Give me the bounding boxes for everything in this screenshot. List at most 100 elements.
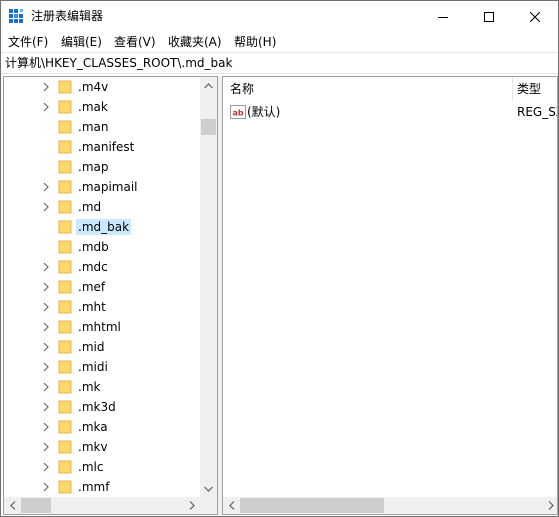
scroll-right-button[interactable] bbox=[542, 497, 557, 514]
menu-file[interactable]: 文件(F) bbox=[8, 34, 48, 50]
folder-icon bbox=[58, 300, 72, 314]
tree-item-label: .man bbox=[78, 120, 109, 134]
value-name: (默认) bbox=[247, 105, 281, 119]
folder-icon bbox=[58, 460, 72, 474]
tree-item-label: .midi bbox=[78, 360, 108, 374]
expand-chevron-icon[interactable] bbox=[42, 202, 50, 212]
scrollbar-corner bbox=[200, 497, 217, 514]
expand-chevron-icon[interactable] bbox=[42, 342, 50, 352]
tree-item[interactable]: .m4v bbox=[4, 77, 200, 97]
menu-view[interactable]: 查看(V) bbox=[114, 34, 156, 50]
tree-item[interactable]: .mk bbox=[4, 377, 200, 397]
scroll-down-button[interactable] bbox=[200, 480, 217, 497]
tree-item-label: .m4v bbox=[78, 80, 109, 94]
expand-chevron-icon[interactable] bbox=[42, 102, 50, 112]
tree-item[interactable]: .mid bbox=[4, 337, 200, 357]
address-bar[interactable]: 计算机\HKEY_CLASSES_ROOT\.md_bak bbox=[1, 52, 558, 74]
tree-item[interactable]: .mdc bbox=[4, 257, 200, 277]
minimize-button[interactable] bbox=[420, 1, 466, 32]
tree-item[interactable]: .mht bbox=[4, 297, 200, 317]
tree-item-label: .mdc bbox=[78, 260, 108, 274]
maximize-button[interactable] bbox=[466, 1, 512, 32]
folder-icon bbox=[58, 140, 72, 154]
expand-chevron-icon[interactable] bbox=[42, 262, 50, 272]
expand-chevron-icon[interactable] bbox=[42, 442, 50, 452]
expand-chevron-icon[interactable] bbox=[42, 302, 50, 312]
tree-item-label: .mka bbox=[78, 420, 108, 434]
menu-edit[interactable]: 编辑(E) bbox=[61, 34, 102, 50]
folder-icon bbox=[58, 340, 72, 354]
folder-icon bbox=[58, 80, 72, 94]
tree-vertical-scroll-thumb[interactable] bbox=[201, 119, 216, 135]
scroll-right-button[interactable] bbox=[183, 497, 200, 514]
folder-icon bbox=[58, 320, 72, 334]
expand-chevron-icon[interactable] bbox=[42, 182, 50, 192]
tree-item-label: .mid bbox=[78, 340, 105, 354]
scroll-left-button[interactable] bbox=[4, 497, 21, 514]
tree-item[interactable]: .mkv bbox=[4, 437, 200, 457]
title-bar[interactable]: 注册表编辑器 bbox=[1, 1, 558, 32]
tree-item[interactable]: .man bbox=[4, 117, 200, 137]
string-value-icon: ab bbox=[230, 105, 246, 119]
folder-icon bbox=[58, 280, 72, 294]
scroll-up-button[interactable] bbox=[200, 77, 217, 94]
tree-item[interactable]: .mak bbox=[4, 97, 200, 117]
expand-chevron-icon[interactable] bbox=[42, 422, 50, 432]
tree-horizontal-scrollbar[interactable] bbox=[4, 497, 200, 514]
tree-item[interactable]: .mka bbox=[4, 417, 200, 437]
maximize-icon bbox=[484, 11, 494, 22]
tree-item[interactable]: .md_bak bbox=[4, 217, 200, 237]
folder-icon bbox=[58, 220, 72, 234]
expand-chevron-icon[interactable] bbox=[42, 322, 50, 332]
tree-item[interactable]: .mhtml bbox=[4, 317, 200, 337]
tree-item-label: .manifest bbox=[78, 140, 135, 154]
tree-item[interactable]: .manifest bbox=[4, 137, 200, 157]
value-row[interactable]: ab (默认) REG_SZ bbox=[223, 102, 557, 122]
menu-favorites[interactable]: 收藏夹(A) bbox=[168, 34, 222, 50]
list-horizontal-scrollbar[interactable] bbox=[223, 497, 557, 514]
menu-bar: 文件(F) 编辑(E) 查看(V) 收藏夹(A) 帮助(H) bbox=[1, 32, 558, 52]
tree-item[interactable]: .mk3d bbox=[4, 397, 200, 417]
tree-vertical-scrollbar[interactable] bbox=[200, 77, 217, 497]
folder-icon bbox=[58, 260, 72, 274]
chevron-right-icon bbox=[548, 501, 554, 510]
chevron-up-icon bbox=[204, 82, 213, 88]
expand-chevron-icon[interactable] bbox=[42, 482, 50, 492]
column-header-name[interactable]: 名称 bbox=[230, 77, 254, 101]
tree-item-label: .mk3d bbox=[78, 400, 116, 414]
folder-icon bbox=[58, 200, 72, 214]
expand-chevron-icon[interactable] bbox=[42, 402, 50, 412]
tree-item[interactable]: .mef bbox=[4, 277, 200, 297]
close-button[interactable] bbox=[512, 1, 558, 32]
tree-item[interactable]: .mapimail bbox=[4, 177, 200, 197]
tree-item[interactable]: .md bbox=[4, 197, 200, 217]
tree-item[interactable]: .midi bbox=[4, 357, 200, 377]
expand-chevron-icon[interactable] bbox=[42, 282, 50, 292]
scroll-left-button[interactable] bbox=[223, 497, 240, 514]
folder-icon bbox=[58, 360, 72, 374]
tree-item-label: .mak bbox=[78, 100, 108, 114]
column-separator[interactable] bbox=[512, 77, 513, 101]
tree-item-label: .map bbox=[78, 160, 109, 174]
tree-item[interactable]: .mlc bbox=[4, 457, 200, 477]
values-list-pane[interactable]: 名称 类型 ab (默认) REG_SZ bbox=[222, 76, 558, 515]
key-tree-pane[interactable]: .m4v .mak .man .manifest .map .mapimail .md .md… bbox=[3, 76, 218, 515]
tree-item[interactable]: .map bbox=[4, 157, 200, 177]
expand-chevron-icon[interactable] bbox=[42, 382, 50, 392]
folder-icon bbox=[58, 440, 72, 454]
expand-chevron-icon[interactable] bbox=[42, 82, 50, 92]
tree-horizontal-scroll-thumb[interactable] bbox=[21, 498, 51, 513]
tree-item[interactable]: .mdb bbox=[4, 237, 200, 257]
list-horizontal-scroll-thumb[interactable] bbox=[240, 498, 384, 513]
folder-icon bbox=[58, 380, 72, 394]
address-path[interactable]: 计算机\HKEY_CLASSES_ROOT\.md_bak bbox=[5, 56, 232, 71]
column-header-type[interactable]: 类型 bbox=[517, 77, 541, 101]
expand-chevron-icon[interactable] bbox=[42, 462, 50, 472]
minimize-icon bbox=[438, 16, 448, 18]
expand-chevron-icon[interactable] bbox=[42, 362, 50, 372]
tree-item[interactable]: .mmf bbox=[4, 477, 200, 497]
menu-help[interactable]: 帮助(H) bbox=[234, 34, 276, 50]
folder-icon bbox=[58, 160, 72, 174]
tree-item-label: .mhtml bbox=[78, 320, 121, 334]
folder-icon bbox=[58, 420, 72, 434]
